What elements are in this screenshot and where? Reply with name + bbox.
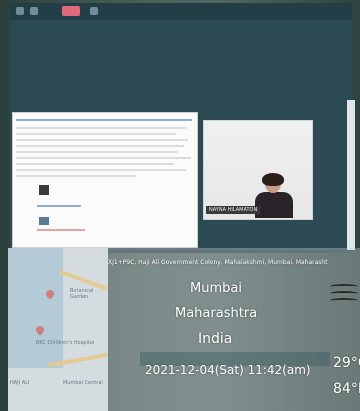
side-strip (347, 100, 355, 250)
haze-line (330, 284, 358, 289)
window-icon (30, 7, 38, 15)
participant-name-tag: NAYNA HILAMATON (206, 206, 261, 214)
doc-row (16, 145, 184, 147)
photo-stage: NAYNA HILAMATON Botanical Garden BKC Chi… (0, 0, 360, 411)
state-text: Maharashtra (175, 306, 258, 321)
doc-row (16, 175, 136, 177)
doc-row (16, 133, 176, 135)
shared-document-window (12, 112, 198, 248)
window-icon (16, 7, 24, 15)
haze-weather-icon (330, 282, 358, 304)
person-body (255, 192, 293, 218)
temperature-fahrenheit: 84°F (333, 381, 360, 397)
monitor-top-bar (10, 3, 352, 20)
doc-row (16, 139, 188, 141)
doc-row (16, 151, 178, 153)
location-overlay (8, 248, 360, 411)
record-icon (62, 6, 80, 16)
address-text: XJ1+P9C, Haji Ali Government Colony, Mah… (108, 259, 328, 266)
haze-line (330, 291, 358, 296)
doc-row (16, 119, 192, 121)
temperature-celsius: 29°C (333, 355, 360, 371)
window-icon (90, 7, 98, 15)
datetime-text: 2021-12-04(Sat) 11:42(am) (145, 363, 311, 377)
doc-row (16, 163, 174, 165)
doc-thumbnail (39, 217, 49, 225)
doc-thumbnail (39, 185, 49, 195)
doc-row (16, 169, 186, 171)
doc-row (37, 229, 85, 231)
city-text: Mumbai (190, 281, 242, 296)
country-text: India (198, 331, 233, 347)
doc-row (37, 205, 81, 207)
doc-row (16, 127, 186, 129)
haze-line (330, 298, 358, 303)
person-hair (262, 173, 284, 186)
doc-row (16, 157, 191, 159)
